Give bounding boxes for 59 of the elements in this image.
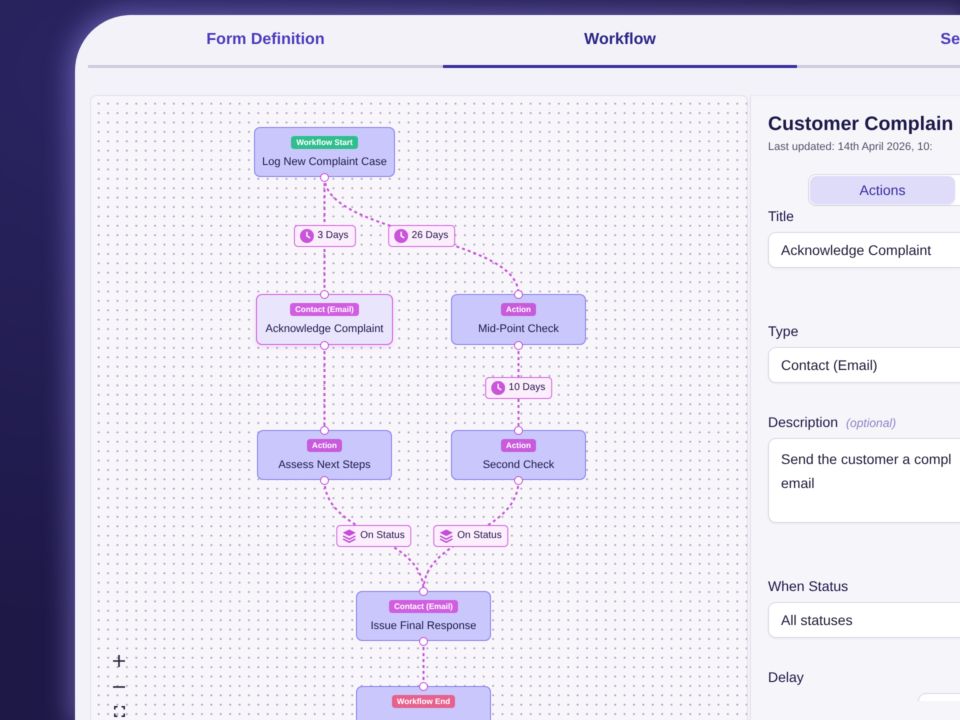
edge-condition-tag[interactable]: 3 Days <box>293 224 356 246</box>
workflow-node[interactable]: Contact (Email) Issue Final Response <box>356 591 491 641</box>
workflow-node[interactable]: Action Assess Next Steps <box>257 430 392 480</box>
fit-view-icon[interactable] <box>114 706 125 717</box>
text-area-field[interactable]: Send the customer a compl email <box>768 438 960 523</box>
node-type-badge: Action <box>501 439 536 452</box>
tab[interactable]: Workflow <box>443 15 797 68</box>
node-title: Assess Next Steps <box>278 458 371 472</box>
field-label: Title <box>768 207 794 226</box>
workflow-node[interactable]: Workflow Start Log New Complaint Case <box>254 127 395 177</box>
node-title: Acknowledge Complaint <box>265 322 384 336</box>
condition-text: 26 Days <box>412 228 448 242</box>
workflow-node[interactable]: Action Mid-Point Check <box>451 294 586 345</box>
last-updated-text: Last updated: 14th April 2026, 10: <box>768 140 934 154</box>
condition-text: On Status <box>360 528 405 542</box>
connection-handle[interactable] <box>320 426 329 434</box>
edge-condition-tag[interactable]: On Status <box>433 524 509 546</box>
dropdown-field[interactable]: All statuses <box>768 602 960 638</box>
field-label: Type <box>768 322 798 341</box>
edge-condition-tag[interactable]: 26 Days <box>388 224 456 246</box>
clock-icon <box>394 228 408 242</box>
workflow-node[interactable]: Action Second Check <box>451 430 586 480</box>
tab[interactable]: Form Definition <box>88 15 443 68</box>
node-title: Issue Final Response <box>370 619 476 633</box>
condition-text: 10 Days <box>508 380 546 394</box>
connection-handle[interactable] <box>419 682 428 690</box>
node-type-badge: Contact (Email) <box>389 600 458 613</box>
field-label: Delay <box>768 668 804 687</box>
connection-handle[interactable] <box>514 426 523 434</box>
dropdown-field[interactable]: Contact (Email) <box>768 347 960 383</box>
edge-condition-tag[interactable]: 10 Days <box>484 376 552 398</box>
input-field[interactable]: Acknowledge Complaint <box>768 232 960 268</box>
edge-condition-tag[interactable]: On Status <box>336 524 412 546</box>
connection-handle[interactable] <box>514 290 523 298</box>
layers-icon <box>439 528 454 542</box>
node-type-badge: Contact (Email) <box>290 303 359 316</box>
condition-text: On Status <box>457 528 502 542</box>
node-type-badge: Workflow Start <box>291 136 358 149</box>
segment-tab[interactable]: Actions <box>810 176 955 204</box>
connection-handle[interactable] <box>419 586 428 596</box>
clock-icon <box>299 228 314 242</box>
tab[interactable]: Se <box>797 15 960 68</box>
layers-icon <box>342 528 356 542</box>
node-type-badge: Workflow End <box>392 695 456 708</box>
node-title: Mid-Point Check <box>478 322 559 336</box>
zoom-in-icon[interactable] <box>113 655 125 667</box>
node-type-badge: Action <box>307 439 342 452</box>
field-label: Description <box>768 413 838 432</box>
clock-icon <box>490 380 505 394</box>
node-title: Log New Complaint Case <box>262 155 387 169</box>
node-type-badge: Action <box>501 303 536 316</box>
condition-text: 3 Days <box>317 228 349 242</box>
optional-hint: (optional) <box>846 415 896 432</box>
field-label: When Status <box>768 577 848 596</box>
input-field[interactable] <box>918 693 960 701</box>
panel-title: Customer Complain <box>768 112 954 136</box>
node-title: Second Check <box>482 458 554 472</box>
connection-handle[interactable] <box>320 290 329 298</box>
workflow-node[interactable]: Contact (Email) Acknowledge Complaint <box>256 294 393 345</box>
